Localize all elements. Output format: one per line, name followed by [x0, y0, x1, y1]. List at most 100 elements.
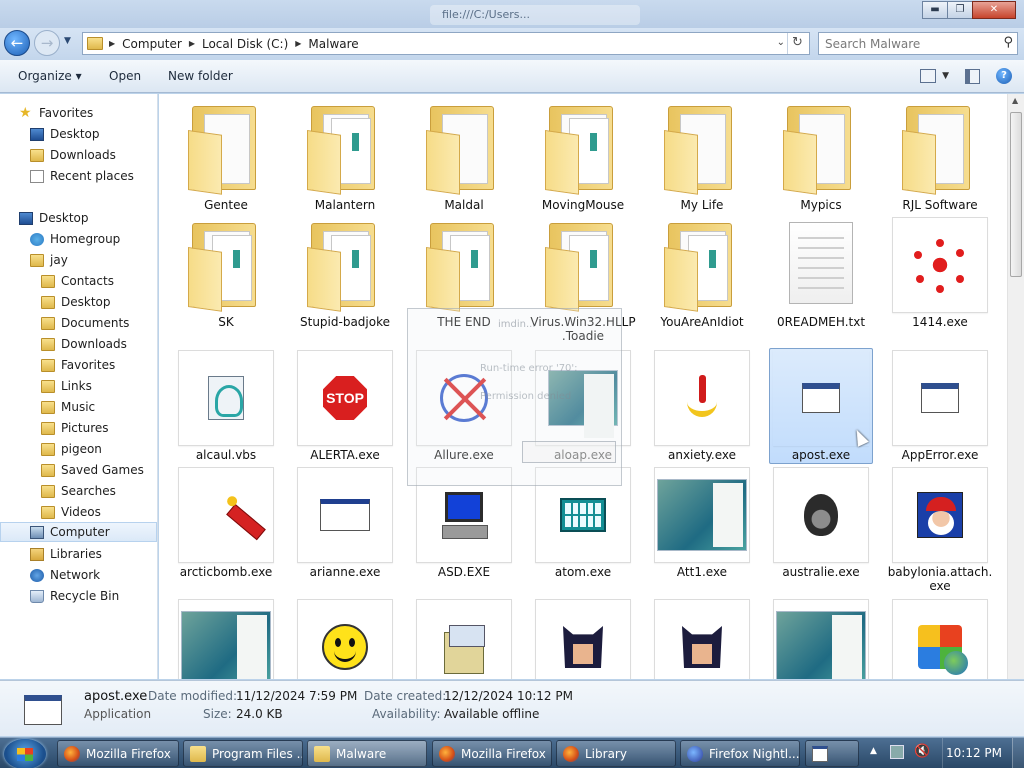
taskbar-malware[interactable]: Malware	[307, 740, 427, 767]
nav-user-videos[interactable]: Videos	[41, 502, 157, 522]
file-row5-2[interactable]	[290, 599, 400, 679]
nav-user-downloads[interactable]: Downloads	[41, 334, 157, 354]
file-row5-3[interactable]	[409, 599, 519, 679]
view-dropdown-icon[interactable]: ▼	[942, 71, 949, 81]
nav-fav-downloads[interactable]: Downloads	[30, 145, 157, 165]
nav-user-desktop[interactable]: Desktop	[41, 292, 157, 312]
address-bar[interactable]: ▶ Computer ▶ Local Disk (C:) ▶ Malware ⌄…	[82, 32, 810, 55]
nav-network[interactable]: Network	[30, 565, 157, 585]
search-icon[interactable]: ⚲	[1003, 35, 1013, 50]
scroll-thumb[interactable]	[1010, 112, 1022, 277]
recent-pages-dropdown[interactable]: ▼	[64, 36, 71, 46]
file-atom-exe[interactable]: atom.exe	[528, 467, 638, 580]
file-row5-6[interactable]	[766, 599, 876, 679]
folder-stupid-badjoke[interactable]: Stupid-badjoke	[290, 217, 400, 330]
minimize-button[interactable]: ▬	[922, 1, 948, 19]
folder-movingmouse[interactable]: MovingMouse	[528, 100, 638, 213]
tray-expand-icon[interactable]: ▲	[870, 746, 877, 756]
maximize-button[interactable]: ❐	[947, 1, 973, 19]
file-asd-exe[interactable]: ASD.EXE	[409, 467, 519, 580]
nav-fav-recent[interactable]: Recent places	[30, 166, 157, 186]
selected-file-name: apost.exe	[84, 689, 148, 704]
nav-user-searches[interactable]: Searches	[41, 481, 157, 501]
taskbar-firefox-1[interactable]: Mozilla Firefox	[57, 740, 179, 767]
refresh-icon[interactable]: ↻	[787, 33, 807, 54]
folder-malantern[interactable]: Malantern	[290, 100, 400, 213]
folder-sk[interactable]: SK	[171, 217, 281, 330]
change-view-icon[interactable]	[920, 69, 937, 83]
nav-user-contacts[interactable]: Contacts	[41, 271, 157, 291]
vertical-scrollbar[interactable]: ▲	[1007, 94, 1024, 679]
file-australie-exe[interactable]: australie.exe	[766, 467, 876, 580]
nav-desktop[interactable]: Desktop	[19, 208, 157, 228]
file-row5-5[interactable]	[647, 599, 757, 679]
breadcrumb-separator-icon[interactable]: ▶	[109, 39, 115, 48]
back-button[interactable]: ←	[4, 30, 30, 56]
nav-user-pigeon[interactable]: pigeon	[41, 439, 157, 459]
search-input[interactable]: Search Malware ⚲	[818, 32, 1018, 55]
open-button[interactable]: Open	[109, 69, 141, 83]
file-alerta-exe[interactable]: STOP ALERTA.exe	[290, 350, 400, 463]
nav-computer[interactable]: Computer	[0, 522, 157, 542]
help-icon[interactable]: ?	[996, 68, 1012, 84]
nav-user-favorites[interactable]: Favorites	[41, 355, 157, 375]
start-button[interactable]	[4, 739, 46, 768]
forward-button[interactable]: →	[34, 30, 60, 56]
folder-mypics[interactable]: Mypics	[766, 100, 876, 213]
nav-user-music[interactable]: Music	[41, 397, 157, 417]
network-tray-icon[interactable]	[890, 745, 904, 759]
file-alcaul-vbs[interactable]: alcaul.vbs	[171, 350, 281, 463]
nav-fav-desktop[interactable]: Desktop	[30, 124, 157, 144]
file-0readmeh-txt[interactable]: 0READMEH.txt	[766, 217, 876, 330]
taskbar-program-files[interactable]: Program Files ...	[183, 740, 303, 767]
folder-gentee[interactable]: Gentee	[171, 100, 281, 213]
folder-virus-toadie[interactable]: Virus.Win32.HLLP .Toadie	[528, 217, 638, 343]
breadcrumb-computer[interactable]: Computer	[122, 37, 182, 51]
file-row5-4[interactable]	[528, 599, 638, 679]
nav-favorites[interactable]: ★ Favorites	[19, 103, 157, 123]
nav-recycle-bin[interactable]: Recycle Bin	[30, 586, 157, 606]
organize-button[interactable]: Organize ▾	[18, 69, 82, 83]
chevron-down-icon[interactable]: ⌄	[777, 37, 785, 48]
file-aloap-exe[interactable]: aloap.exe	[528, 350, 638, 463]
nav-libraries[interactable]: Libraries	[30, 544, 157, 564]
folder-youareanidiot[interactable]: YouAreAnIdiot	[647, 217, 757, 330]
breadcrumb-separator-icon[interactable]: ▶	[189, 39, 195, 48]
folder-maldal[interactable]: Maldal	[409, 100, 519, 213]
preview-pane-icon[interactable]	[965, 68, 980, 84]
breadcrumb-separator-icon[interactable]: ▶	[295, 39, 301, 48]
breadcrumb-malware[interactable]: Malware	[308, 37, 358, 51]
file-arcticbomb-exe[interactable]: arcticbomb.exe	[171, 467, 281, 580]
volume-muted-icon[interactable]: 🔇	[914, 744, 930, 759]
folder-rjl-software[interactable]: RJL Software	[885, 100, 995, 213]
show-desktop-button[interactable]	[1012, 738, 1024, 768]
file-row5-1[interactable]	[171, 599, 281, 679]
file-att1-exe[interactable]: Att1.exe	[647, 467, 757, 580]
taskbar-firefox-nightly[interactable]: Firefox Nightl...	[680, 740, 800, 767]
taskbar-firefox-2[interactable]: Mozilla Firefox	[432, 740, 552, 767]
taskbar-library[interactable]: Library	[556, 740, 676, 767]
nav-user-links[interactable]: Links	[41, 376, 157, 396]
folder-my-life[interactable]: My Life	[647, 100, 757, 213]
file-allure-exe[interactable]: Allure.exe	[409, 350, 519, 463]
calculator-icon	[560, 498, 606, 532]
file-babylonia-exe[interactable]: babylonia.attach. exe	[885, 467, 995, 593]
taskbar-app[interactable]	[805, 740, 859, 767]
clock[interactable]: 10:12 PM	[946, 746, 1002, 760]
folder-the-end[interactable]: THE END	[409, 217, 519, 330]
file-apperror-exe[interactable]: AppError.exe	[885, 350, 995, 463]
window-controls: ▬ ❐ ✕	[922, 1, 1016, 19]
nav-user-documents[interactable]: Documents	[41, 313, 157, 333]
nav-user[interactable]: jay	[30, 250, 157, 270]
file-arianne-exe[interactable]: arianne.exe	[290, 467, 400, 580]
nav-homegroup[interactable]: Homegroup	[30, 229, 157, 249]
scroll-up-icon[interactable]: ▲	[1012, 96, 1018, 105]
file-anxiety-exe[interactable]: anxiety.exe	[647, 350, 757, 463]
file-row5-7[interactable]	[885, 599, 995, 679]
breadcrumb-local-disk[interactable]: Local Disk (C:)	[202, 37, 288, 51]
close-button[interactable]: ✕	[972, 1, 1016, 19]
nav-user-pictures[interactable]: Pictures	[41, 418, 157, 438]
new-folder-button[interactable]: New folder	[168, 69, 233, 83]
nav-user-saved-games[interactable]: Saved Games	[41, 460, 157, 480]
file-1414-exe[interactable]: 1414.exe	[885, 217, 995, 330]
